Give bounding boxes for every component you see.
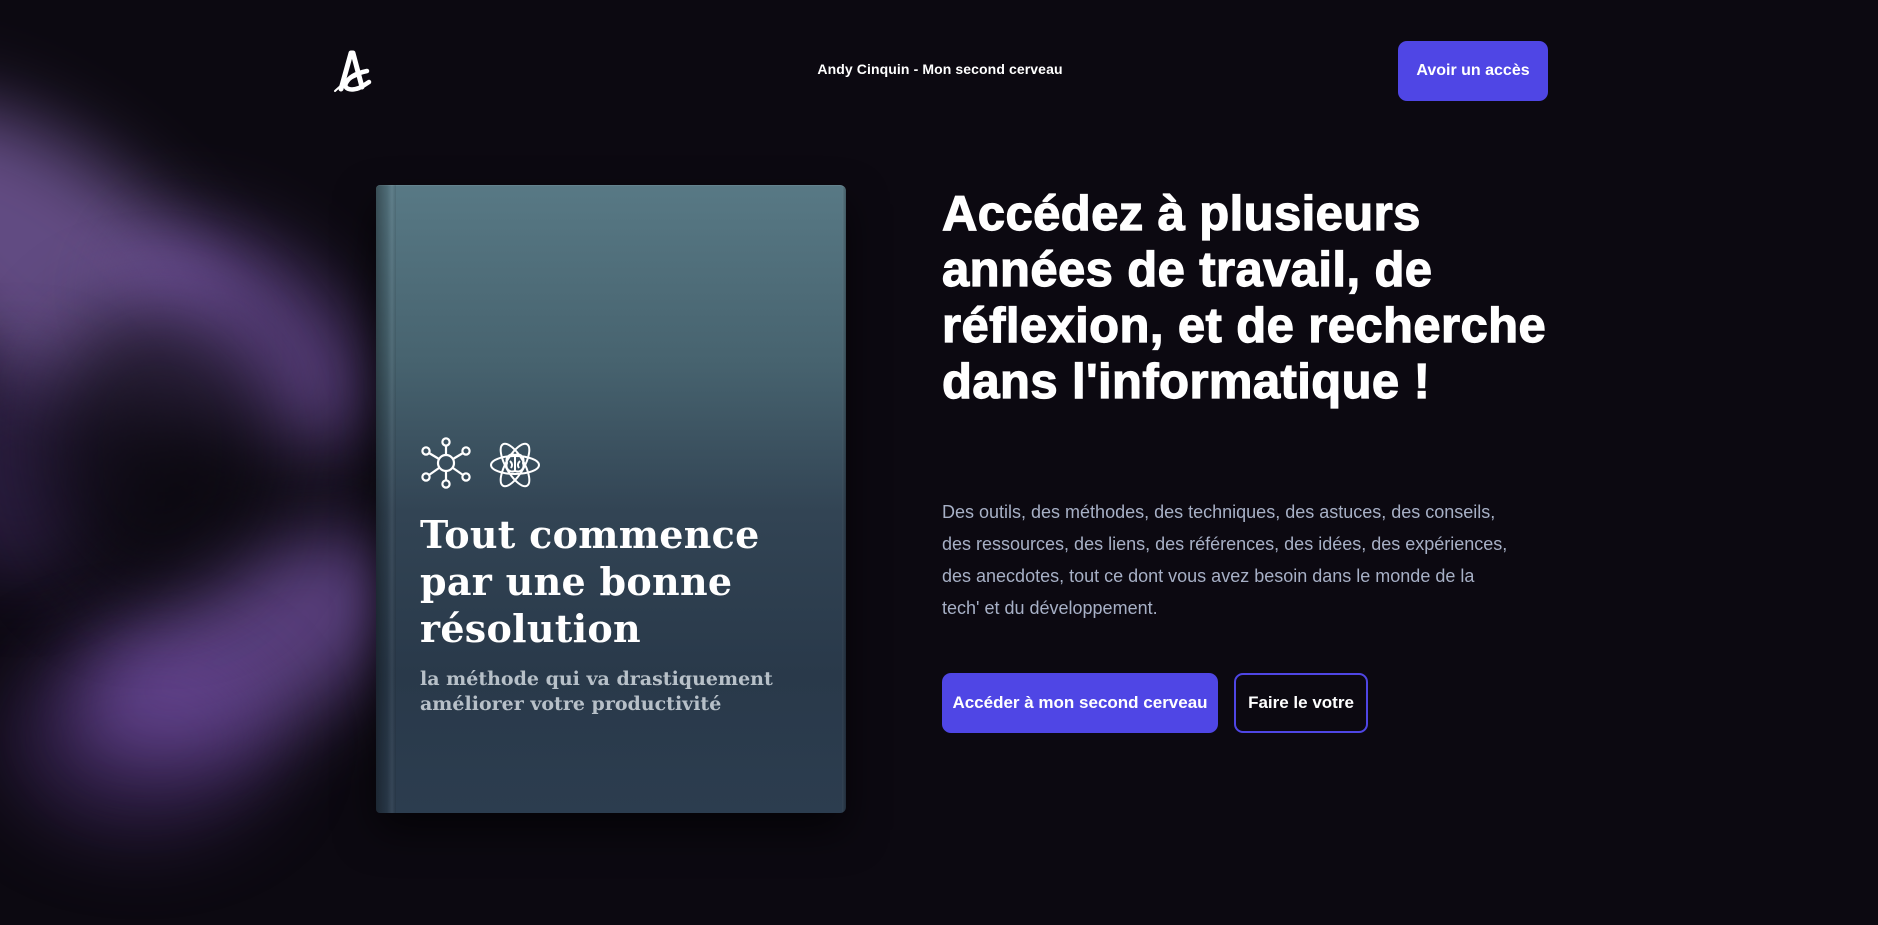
brain-atom-icon [490, 442, 540, 488]
get-access-button[interactable]: Avoir un accès [1398, 41, 1548, 101]
book-icons [420, 437, 550, 493]
book-subtitle: la méthode qui va drastiquement améliore… [420, 668, 773, 715]
hero-heading: Accédez à plusieurs années de travail, d… [941, 186, 1547, 409]
book-edge [842, 185, 846, 813]
background-shadow [40, 300, 280, 600]
background-glow [0, 640, 280, 840]
site-title: Andy Cinquin - Mon second cerveau [817, 61, 1063, 77]
ac-monogram-logo[interactable] [329, 47, 373, 95]
book-title: Tout commence par une bonne résolution [420, 512, 760, 651]
book-spine [376, 185, 396, 813]
network-nodes-icon [421, 437, 471, 489]
access-second-brain-button[interactable]: Accéder à mon second cerveau [942, 673, 1218, 733]
hero-description: Des outils, des méthodes, des techniques… [942, 502, 1508, 618]
landing-page: Andy Cinquin - Mon second cerveau Avoir … [0, 0, 1878, 925]
make-your-own-button[interactable]: Faire le votre [1234, 673, 1368, 733]
book-cover: Tout commence par une bonne résolution l… [376, 185, 846, 813]
